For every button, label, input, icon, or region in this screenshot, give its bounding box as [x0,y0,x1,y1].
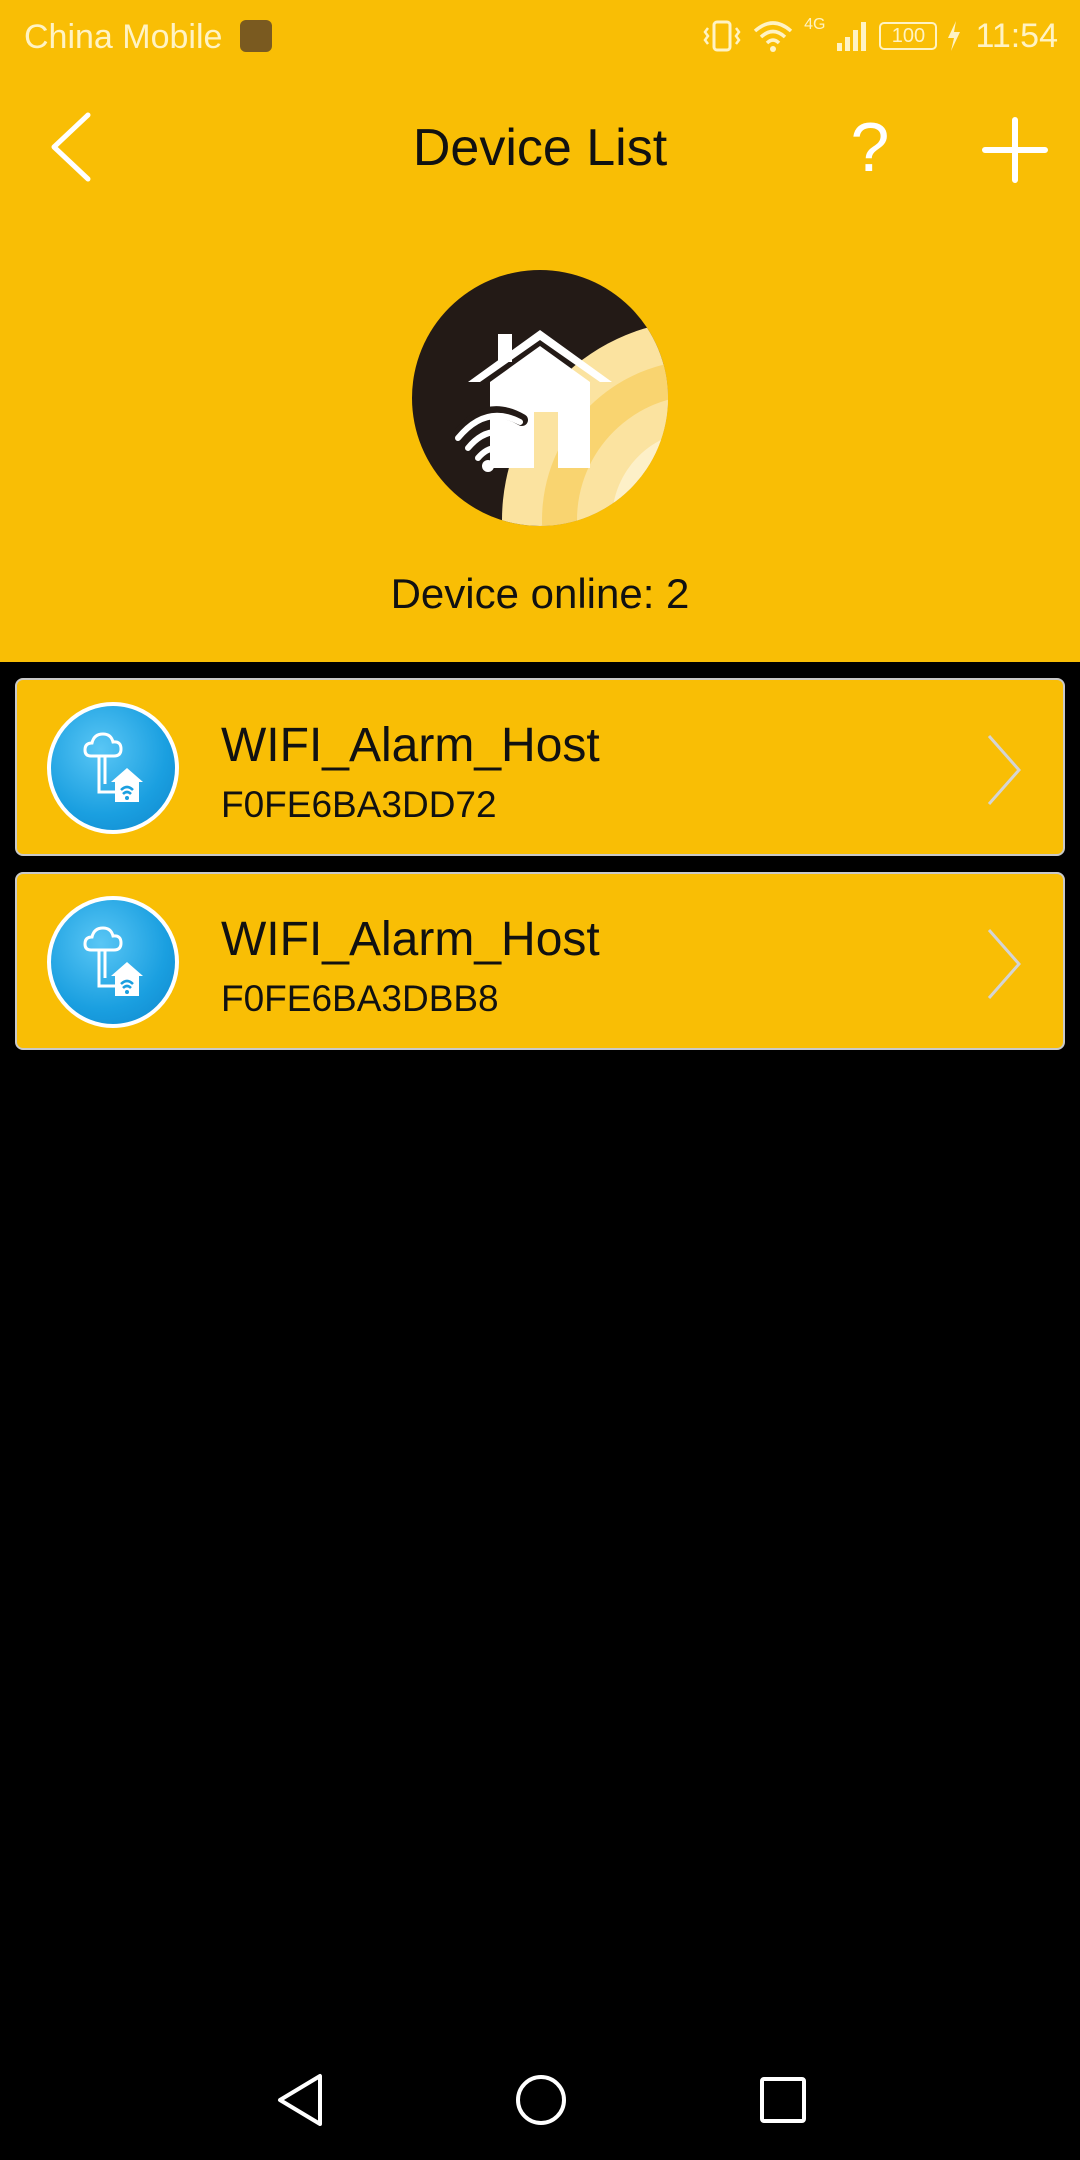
wifi-icon [753,21,793,52]
device-id: F0FE6BA3DD72 [221,784,497,825]
page-title: Device List [412,119,668,177]
back-button[interactable] [40,107,110,187]
battery-icon: 100 [879,22,938,50]
device-id: F0FE6BA3DBB8 [221,978,499,1019]
nav-recent-button[interactable] [752,2068,814,2132]
chevron-right-icon [987,735,1022,805]
app-bar: Device List ? [0,72,1080,222]
chevron-left-icon [51,112,91,182]
battery-level: 100 [891,24,926,47]
nav-home-button[interactable] [510,2068,572,2132]
vibrate-icon [703,20,741,52]
chevron-right-icon [987,929,1022,999]
help-button[interactable]: ? [830,102,910,192]
signal-icon [837,22,867,51]
carrier-badge-icon [240,20,272,52]
device-row[interactable]: WIFI_Alarm_Host F0FE6BA3DD72 [15,678,1065,856]
device-name: WIFI_Alarm_Host [221,913,600,966]
nav-back-button[interactable] [270,2068,332,2132]
device-list: WIFI_Alarm_Host F0FE6BA3DD72 WIFI_Alarm_… [15,678,1065,1066]
clock: 11:54 [975,16,1058,55]
square-recent-icon [760,2077,806,2123]
cloud-home-wifi-icon [47,702,179,834]
system-nav-bar [0,2040,1080,2160]
circle-home-icon [516,2075,566,2125]
network-type: 4G [804,16,826,33]
online-count: Device online: 2 [390,570,690,617]
device-name: WIFI_Alarm_Host [221,719,600,772]
add-device-button[interactable] [975,110,1055,190]
status-icons: 4G 100 11:54 [702,14,1058,58]
plus-icon [982,117,1048,183]
triangle-back-icon [278,2074,322,2126]
device-row[interactable]: WIFI_Alarm_Host F0FE6BA3DBB8 [15,872,1065,1050]
cloud-home-wifi-icon [47,896,179,1028]
carrier-name: China Mobile [24,18,223,56]
question-icon: ? [850,108,890,186]
charging-icon [948,21,961,51]
home-wifi-icon [412,270,668,526]
status-bar: China Mobile 4G 100 11:54 [0,0,1080,72]
